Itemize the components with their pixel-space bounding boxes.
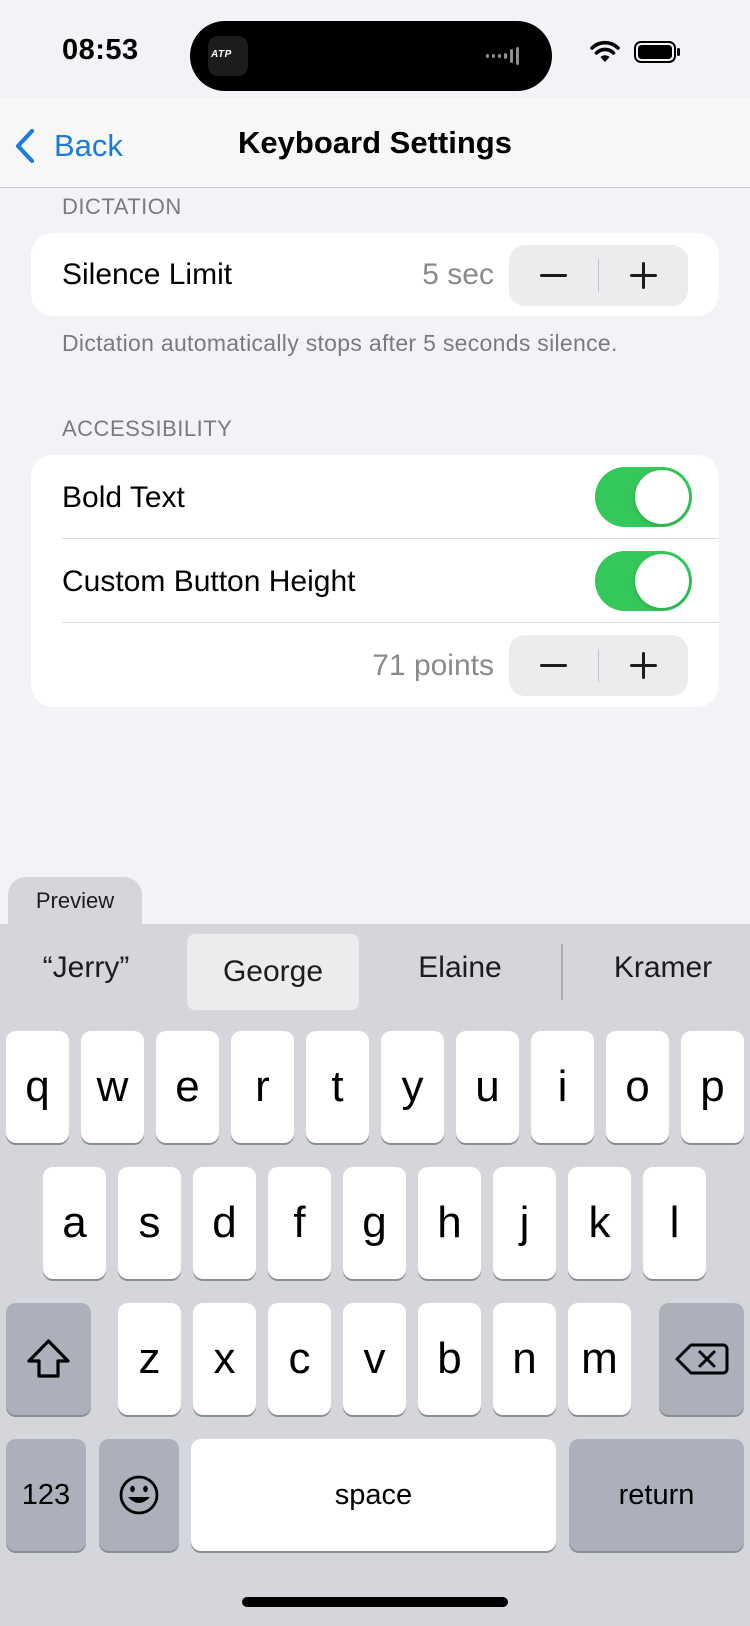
- suggestion[interactable]: Kramer: [576, 926, 750, 1010]
- key-o[interactable]: o: [606, 1031, 669, 1143]
- key-t[interactable]: t: [306, 1031, 369, 1143]
- key-l[interactable]: l: [643, 1167, 706, 1279]
- preview-label: Preview: [35, 888, 115, 913]
- return-key[interactable]: return: [569, 1439, 744, 1551]
- audio-wave-icon: [486, 47, 519, 65]
- island-app-label: ATP: [211, 49, 232, 60]
- accessibility-header: ACCESSIBILITY: [62, 416, 233, 441]
- row-separator: [62, 622, 719, 623]
- key-k[interactable]: k: [568, 1167, 631, 1279]
- key-v[interactable]: v: [343, 1303, 406, 1415]
- custom-height-toggle[interactable]: [595, 551, 692, 611]
- minus-icon: [540, 664, 567, 667]
- silence-limit-value: 5 sec: [422, 258, 494, 291]
- shift-key[interactable]: [6, 1303, 91, 1415]
- bold-text-toggle[interactable]: [595, 467, 692, 527]
- battery-icon: [634, 41, 680, 63]
- key-m[interactable]: m: [568, 1303, 631, 1415]
- key-u[interactable]: u: [456, 1031, 519, 1143]
- suggestion-selected[interactable]: George: [187, 934, 359, 1010]
- height-increment-button[interactable]: [599, 635, 688, 696]
- suggestion-quoted[interactable]: “Jerry”: [0, 926, 172, 1010]
- key-s[interactable]: s: [118, 1167, 181, 1279]
- suggestion-divider: [561, 944, 563, 1000]
- silence-increment-button[interactable]: [599, 245, 688, 306]
- delete-key[interactable]: [659, 1303, 744, 1415]
- plus-icon: [630, 652, 657, 679]
- silence-decrement-button[interactable]: [509, 245, 598, 306]
- key-q[interactable]: q: [6, 1031, 69, 1143]
- shift-icon: [27, 1339, 70, 1378]
- key-h[interactable]: h: [418, 1167, 481, 1279]
- key-r[interactable]: r: [231, 1031, 294, 1143]
- emoji-icon: [119, 1475, 159, 1515]
- key-j[interactable]: j: [493, 1167, 556, 1279]
- toggle-knob: [635, 554, 689, 608]
- dictation-header: DICTATION: [62, 194, 182, 219]
- key-g[interactable]: g: [343, 1167, 406, 1279]
- height-stepper[interactable]: [509, 635, 688, 696]
- chevron-left-icon: [15, 128, 35, 164]
- key-i[interactable]: i: [531, 1031, 594, 1143]
- emoji-key[interactable]: [99, 1439, 179, 1551]
- back-button[interactable]: Back: [14, 124, 123, 168]
- key-f[interactable]: f: [268, 1167, 331, 1279]
- wifi-icon: [590, 40, 620, 62]
- key-y[interactable]: y: [381, 1031, 444, 1143]
- home-indicator[interactable]: [242, 1597, 508, 1607]
- silence-limit-label: Silence Limit: [62, 258, 233, 291]
- custom-height-label: Custom Button Height: [62, 565, 356, 598]
- key-d[interactable]: d: [193, 1167, 256, 1279]
- plus-icon: [630, 262, 657, 289]
- back-label: Back: [54, 128, 123, 163]
- toggle-knob: [635, 470, 689, 524]
- key-x[interactable]: x: [193, 1303, 256, 1415]
- height-value: 71 points: [372, 649, 494, 682]
- key-n[interactable]: n: [493, 1303, 556, 1415]
- key-z[interactable]: z: [118, 1303, 181, 1415]
- silence-limit-stepper[interactable]: [509, 245, 688, 306]
- island-app-icon: ATP: [208, 36, 248, 76]
- key-b[interactable]: b: [418, 1303, 481, 1415]
- row-separator: [62, 538, 719, 539]
- status-time: 08:53: [62, 34, 139, 66]
- bold-text-label: Bold Text: [62, 481, 185, 514]
- space-key[interactable]: space: [191, 1439, 556, 1551]
- suggestion[interactable]: Elaine: [374, 926, 546, 1010]
- minus-icon: [540, 274, 567, 277]
- delete-icon: [675, 1343, 729, 1375]
- height-decrement-button[interactable]: [509, 635, 598, 696]
- numbers-key[interactable]: 123: [6, 1439, 86, 1551]
- key-e[interactable]: e: [156, 1031, 219, 1143]
- dynamic-island: ATP: [190, 21, 552, 91]
- key-c[interactable]: c: [268, 1303, 331, 1415]
- key-a[interactable]: a: [43, 1167, 106, 1279]
- dictation-footer: Dictation automatically stops after 5 se…: [62, 330, 618, 356]
- key-w[interactable]: w: [81, 1031, 144, 1143]
- key-p[interactable]: p: [681, 1031, 744, 1143]
